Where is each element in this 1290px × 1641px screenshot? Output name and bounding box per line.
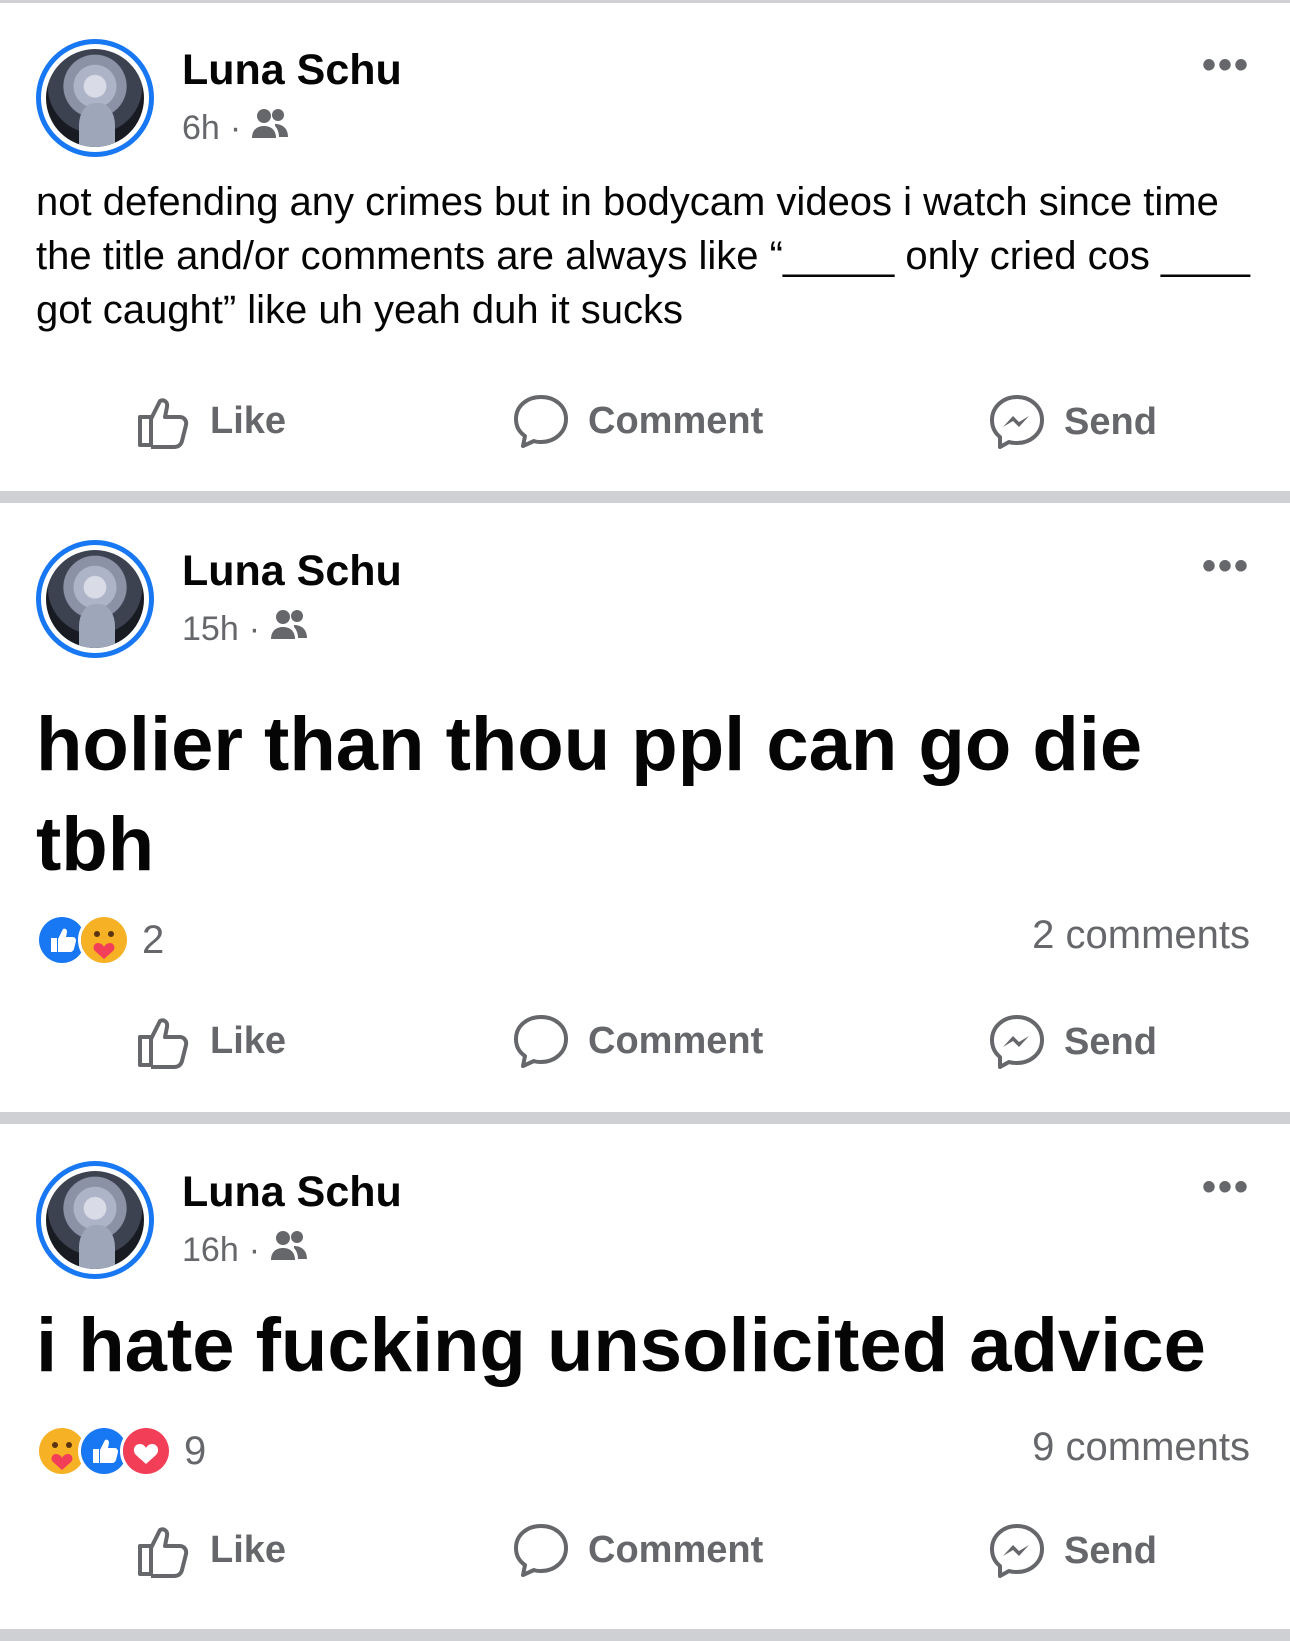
post: Luna Schu 15h · ••• holier than thou ppl… bbox=[0, 503, 1290, 1112]
avatar[interactable] bbox=[36, 540, 154, 658]
post-actions: Like Comment Send bbox=[0, 393, 1290, 463]
comment-button[interactable]: Comment bbox=[512, 1522, 763, 1578]
profile-photo bbox=[46, 1171, 144, 1269]
love-reaction-icon bbox=[120, 1425, 172, 1477]
avatar[interactable] bbox=[36, 1161, 154, 1279]
author-name[interactable]: Luna Schu bbox=[182, 547, 402, 596]
meta-separator: · bbox=[248, 1231, 261, 1269]
comment-label: Comment bbox=[588, 399, 764, 442]
messenger-icon bbox=[988, 1013, 1046, 1071]
messenger-icon bbox=[988, 1522, 1046, 1580]
thumbs-up-icon bbox=[136, 393, 192, 449]
comment-bubble-icon bbox=[512, 393, 570, 449]
post-text: not defending any crimes but in bodycam … bbox=[36, 180, 1250, 332]
post-separator bbox=[0, 1112, 1290, 1124]
author-name[interactable]: Luna Schu bbox=[182, 1168, 402, 1217]
comment-bubble-icon bbox=[512, 1522, 570, 1578]
post-separator bbox=[0, 1629, 1290, 1641]
thumbs-up-icon bbox=[136, 1013, 192, 1069]
post-text: holier than thou ppl can go die tbh bbox=[36, 702, 1143, 887]
like-button[interactable]: Like bbox=[136, 1013, 286, 1069]
post-meta: 6h · bbox=[182, 107, 289, 150]
like-label: Like bbox=[210, 1528, 287, 1571]
like-button[interactable]: Like bbox=[136, 1522, 286, 1578]
friends-icon bbox=[270, 608, 308, 651]
messenger-icon bbox=[988, 393, 1046, 451]
more-options-icon[interactable]: ••• bbox=[1202, 45, 1250, 85]
profile-photo bbox=[46, 49, 144, 147]
post-time[interactable]: 6h bbox=[182, 109, 220, 148]
friends-icon bbox=[270, 1229, 308, 1272]
friends-icon bbox=[251, 107, 289, 150]
thumbs-up-icon bbox=[136, 1522, 192, 1578]
comment-bubble-icon bbox=[512, 1013, 570, 1069]
reaction-count: 9 bbox=[184, 1428, 207, 1473]
send-button[interactable]: Send bbox=[988, 393, 1157, 451]
post-separator bbox=[0, 491, 1290, 503]
post-time[interactable]: 16h bbox=[182, 1231, 239, 1270]
comment-label: Comment bbox=[588, 1528, 764, 1571]
author-name[interactable]: Luna Schu bbox=[182, 46, 402, 95]
reaction-count: 2 bbox=[142, 917, 165, 962]
post-actions: Like Comment Send bbox=[0, 1013, 1290, 1083]
post: Luna Schu 6h · ••• not defending any cri… bbox=[0, 3, 1290, 491]
post-actions: Like Comment Send bbox=[0, 1522, 1290, 1592]
comment-button[interactable]: Comment bbox=[512, 1013, 763, 1069]
reaction-summary[interactable]: 2 bbox=[36, 914, 164, 966]
comments-count-link[interactable]: 9 comments bbox=[1032, 1425, 1250, 1470]
profile-photo bbox=[46, 550, 144, 648]
post-meta: 15h · bbox=[182, 608, 308, 651]
like-label: Like bbox=[210, 1019, 287, 1062]
send-label: Send bbox=[1064, 1529, 1157, 1572]
more-options-icon[interactable]: ••• bbox=[1202, 1167, 1250, 1207]
meta-separator: · bbox=[248, 610, 261, 648]
like-label: Like bbox=[210, 399, 287, 442]
post-text: i hate fucking unsolicited advice bbox=[36, 1303, 1206, 1388]
like-button[interactable]: Like bbox=[136, 393, 286, 449]
meta-separator: · bbox=[229, 109, 242, 147]
post: Luna Schu 16h · ••• i hate fucking unsol… bbox=[0, 1124, 1290, 1629]
send-label: Send bbox=[1064, 1020, 1157, 1063]
more-options-icon[interactable]: ••• bbox=[1202, 546, 1250, 586]
send-label: Send bbox=[1064, 400, 1157, 443]
send-button[interactable]: Send bbox=[988, 1522, 1157, 1580]
comment-button[interactable]: Comment bbox=[512, 393, 763, 449]
send-button[interactable]: Send bbox=[988, 1013, 1157, 1071]
avatar[interactable] bbox=[36, 39, 154, 157]
post-meta: 16h · bbox=[182, 1229, 308, 1272]
post-time[interactable]: 15h bbox=[182, 610, 239, 649]
comments-count-link[interactable]: 2 comments bbox=[1032, 913, 1250, 958]
comment-label: Comment bbox=[588, 1019, 764, 1062]
reaction-summary[interactable]: 9 bbox=[36, 1425, 206, 1477]
care-reaction-icon bbox=[78, 914, 130, 966]
